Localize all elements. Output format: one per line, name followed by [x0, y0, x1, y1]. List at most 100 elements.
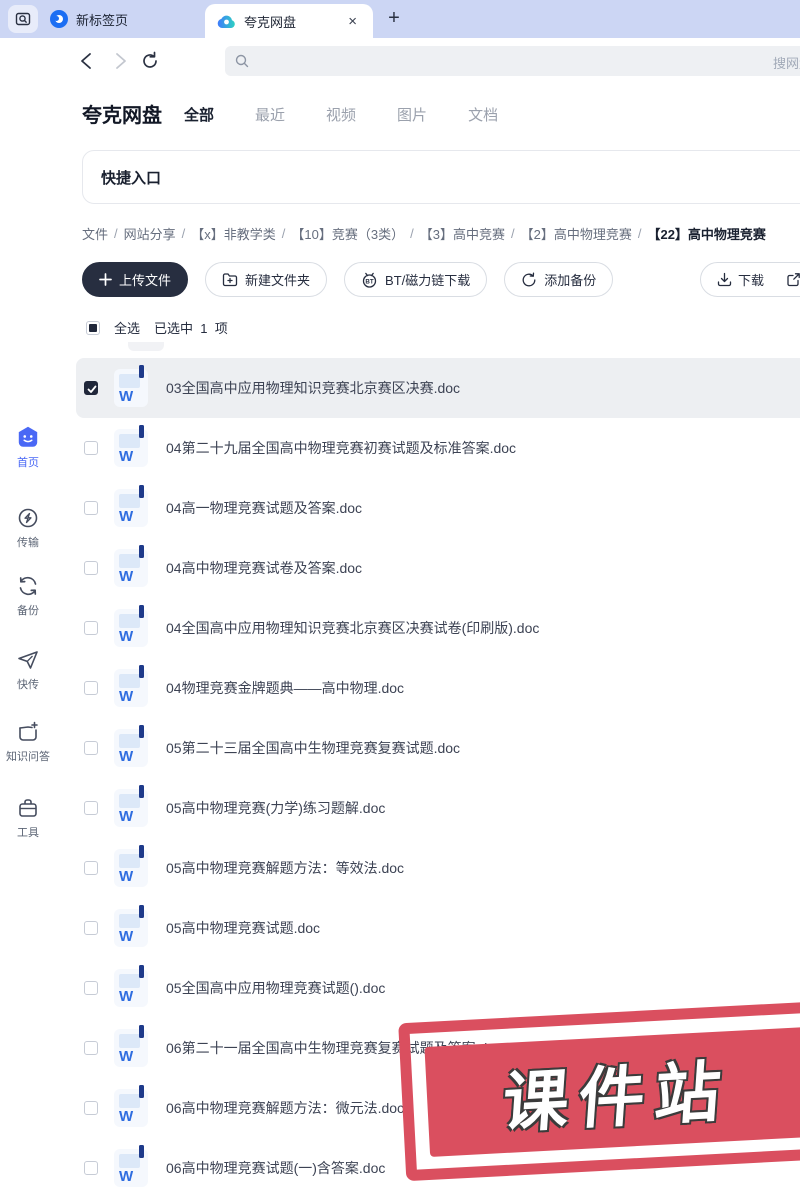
quark-pan-logo-icon — [217, 15, 235, 28]
quark-browser-logo-icon — [50, 10, 68, 28]
file-checkbox[interactable] — [84, 1041, 98, 1055]
new-folder-icon — [222, 273, 238, 287]
download-label: 下载 — [738, 273, 765, 288]
file-name: 03全国高中应用物理知识竞赛北京赛区决赛.doc — [166, 380, 461, 396]
file-checkbox[interactable] — [84, 921, 98, 935]
file-checkbox[interactable] — [84, 501, 98, 515]
file-row[interactable]: W 04物理竞赛金牌题典——高中物理.doc — [76, 658, 800, 718]
refresh-icon[interactable] — [140, 51, 160, 71]
file-checkbox[interactable] — [84, 801, 98, 815]
word-doc-icon: W — [114, 845, 148, 887]
breadcrumb-separator: / — [410, 226, 414, 241]
word-doc-icon: W — [114, 665, 148, 707]
add-backup-label: 添加备份 — [544, 273, 597, 288]
file-row[interactable]: W 06高中物理竞赛解题方法：微元法.doc — [76, 1078, 800, 1138]
action-bar: 上传文件 新建文件夹 BT BT/磁力链下载 添加备份 — [82, 262, 614, 297]
file-row[interactable]: W 04高中物理竞赛试卷及答案.doc — [76, 538, 800, 598]
breadcrumb-item[interactable]: 【x】非教学类 — [191, 224, 276, 243]
tab-recent[interactable]: 最近 — [255, 104, 285, 125]
new-folder-button[interactable]: 新建文件夹 — [205, 262, 328, 297]
page-title: 夸克网盘 — [82, 105, 162, 127]
backup-icon — [19, 576, 37, 596]
svg-text:BT: BT — [365, 278, 373, 285]
browser-tab-newtab[interactable]: 新标签页 — [38, 0, 140, 38]
sidebar-item-quick-send[interactable]: 快传 — [0, 648, 56, 692]
file-row[interactable]: W 05高中物理竞赛解题方法：等效法.doc — [76, 838, 800, 898]
file-checkbox[interactable] — [84, 681, 98, 695]
tab-label: 新标签页 — [76, 12, 129, 28]
bt-magnet-download-button[interactable]: BT BT/磁力链下载 — [344, 262, 488, 297]
share-button[interactable]: 分享 — [786, 270, 800, 289]
file-checkbox[interactable] — [84, 1161, 98, 1175]
breadcrumb-separator: / — [637, 226, 642, 241]
tab-all[interactable]: 全部 — [184, 104, 214, 125]
word-doc-icon: W — [114, 605, 148, 647]
back-icon[interactable] — [77, 51, 97, 71]
word-doc-icon: W — [114, 905, 148, 947]
quick-entry-title: 快捷入口 — [101, 169, 162, 187]
file-checkbox[interactable] — [84, 861, 98, 875]
sidebar-item-backup[interactable]: 备份 — [0, 574, 56, 618]
home-icon — [18, 426, 38, 447]
close-tab-icon[interactable]: × — [344, 12, 361, 31]
file-checkbox[interactable] — [84, 741, 98, 755]
word-doc-icon: W — [114, 365, 148, 407]
drive-search-input[interactable]: 搜网盘 — [225, 46, 800, 76]
file-name: 06高中物理竞赛试题(一)含答案.doc — [166, 1160, 386, 1176]
sidebar-item-home[interactable]: 首页 — [0, 424, 56, 470]
download-button[interactable]: 下载 — [717, 270, 764, 289]
file-checkbox[interactable] — [84, 441, 98, 455]
forward-icon[interactable] — [110, 51, 130, 71]
scrolled-item-edge — [128, 342, 164, 351]
file-name: 06第二十一届全国高中生物理竞赛复赛试题及答案.doc — [166, 1040, 503, 1056]
download-icon — [717, 272, 732, 287]
breadcrumb-item[interactable]: 文件 — [82, 224, 108, 243]
tab-video[interactable]: 视频 — [326, 104, 356, 125]
file-row[interactable]: W 04第二十九届全国高中物理竞赛初赛试题及标准答案.doc — [76, 418, 800, 478]
breadcrumb-item[interactable]: 网站分享 — [124, 224, 176, 243]
file-row[interactable]: W 05高中物理竞赛(力学)练习题解.doc — [76, 778, 800, 838]
file-row[interactable]: W 04高一物理竞赛试题及答案.doc — [76, 478, 800, 538]
file-name: 04全国高中应用物理知识竞赛北京赛区决赛试卷(印刷版).doc — [166, 620, 540, 636]
sidebar-item-tools[interactable]: 工具 — [0, 796, 56, 840]
file-checkbox[interactable] — [84, 1101, 98, 1115]
file-row[interactable]: W 05高中物理竞赛试题.doc — [76, 898, 800, 958]
file-name: 04第二十九届全国高中物理竞赛初赛试题及标准答案.doc — [166, 440, 517, 456]
upload-file-button[interactable]: 上传文件 — [82, 262, 189, 297]
file-name: 05第二十三届全国高中生物理竞赛复赛试题.doc — [166, 740, 461, 756]
breadcrumb-item[interactable]: 【10】竞赛（3类） — [291, 224, 404, 243]
file-checkbox[interactable] — [84, 381, 98, 395]
quick-entry-card[interactable]: 快捷入口 — [82, 150, 800, 204]
share-icon — [787, 273, 800, 287]
file-row[interactable]: W 04全国高中应用物理知识竞赛北京赛区决赛试卷(印刷版).doc — [76, 598, 800, 658]
plus-icon — [99, 273, 112, 286]
file-row[interactable]: W 06第二十一届全国高中生物理竞赛复赛试题及答案.doc — [76, 1018, 800, 1078]
sidebar-item-label: 知识问答 — [6, 751, 50, 763]
word-doc-icon: W — [114, 1145, 148, 1187]
file-row[interactable]: W 05全国高中应用物理竞赛试题().doc — [76, 958, 800, 1018]
bt-download-icon: BT — [362, 272, 377, 288]
file-checkbox[interactable] — [84, 561, 98, 575]
browser-tab-quark-pan[interactable]: 夸克网盘 × — [205, 4, 373, 38]
breadcrumb-separator: / — [281, 226, 286, 241]
select-all-checkbox[interactable] — [86, 320, 100, 335]
file-checkbox[interactable] — [84, 621, 98, 635]
file-row[interactable]: W 03全国高中应用物理知识竞赛北京赛区决赛.doc — [76, 358, 800, 418]
file-name: 05高中物理竞赛(力学)练习题解.doc — [166, 800, 386, 816]
new-tab-button[interactable]: + — [381, 6, 407, 32]
sidebar-item-transfer[interactable]: 传输 — [0, 506, 56, 550]
breadcrumb-item[interactable]: 【3】高中竞赛 — [420, 224, 505, 243]
breadcrumb-separator: / — [114, 226, 118, 241]
word-doc-icon: W — [114, 1025, 148, 1067]
sidebar-item-label: 首页 — [17, 457, 39, 469]
sidebar-item-knowledge-qa[interactable]: 知识问答 — [0, 720, 56, 764]
file-row[interactable]: W 05第二十三届全国高中生物理竞赛复赛试题.doc — [76, 718, 800, 778]
breadcrumb-item[interactable]: 【2】高中物理竞赛 — [521, 224, 632, 243]
file-row[interactable]: W 06高中物理竞赛试题(一)含答案.doc — [76, 1138, 800, 1198]
file-checkbox[interactable] — [84, 981, 98, 995]
add-backup-button[interactable]: 添加备份 — [504, 262, 614, 297]
tab-document[interactable]: 文档 — [468, 104, 498, 125]
tab-search-button[interactable] — [8, 5, 38, 33]
select-all-label[interactable]: 全选 — [114, 318, 140, 337]
tab-image[interactable]: 图片 — [397, 104, 427, 125]
